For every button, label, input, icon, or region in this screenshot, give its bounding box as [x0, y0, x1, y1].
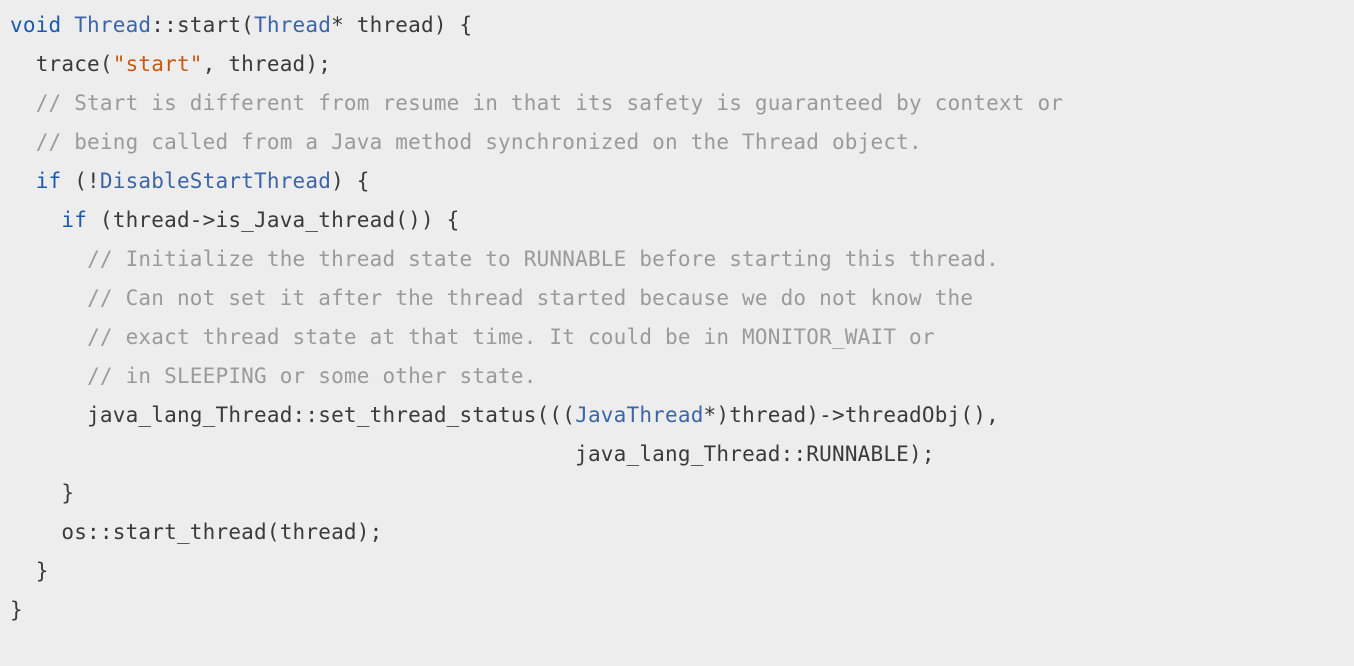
code-token	[61, 13, 74, 37]
code-token: Thread	[74, 13, 151, 37]
code-line: // in SLEEPING or some other state.	[10, 364, 537, 388]
code-block: void Thread::start(Thread* thread) { tra…	[0, 0, 1354, 636]
code-token: // Start is different from resume in tha…	[36, 91, 1063, 115]
code-line: java_lang_Thread::RUNNABLE);	[10, 442, 935, 466]
code-line: // Can not set it after the thread start…	[10, 286, 973, 310]
code-line: // Initialize the thread state to RUNNAB…	[10, 247, 999, 271]
code-token: }	[61, 481, 74, 505]
code-token: // being called from a Java method synch…	[36, 130, 922, 154]
code-token: }	[10, 598, 23, 622]
code-token: // Initialize the thread state to RUNNAB…	[87, 247, 999, 271]
code-token: // in SLEEPING or some other state.	[87, 364, 537, 388]
code-token: ) {	[331, 169, 370, 193]
code-token: DisableStartThread	[100, 169, 331, 193]
code-token: // exact thread state at that time. It c…	[87, 325, 935, 349]
code-token: "start"	[113, 52, 203, 76]
code-token: (thread->is_Java_thread()) {	[87, 208, 459, 232]
code-token: (!	[61, 169, 100, 193]
code-token: java_lang_Thread::set_thread_status(((	[87, 403, 575, 427]
code-line: // being called from a Java method synch…	[10, 130, 922, 154]
code-line: trace("start", thread);	[10, 52, 331, 76]
code-token: JavaThread	[575, 403, 703, 427]
code-token: *)thread)->threadObj(),	[704, 403, 999, 427]
code-token: , thread);	[203, 52, 331, 76]
code-token: if	[36, 169, 62, 193]
code-token: void	[10, 13, 61, 37]
code-line: void Thread::start(Thread* thread) {	[10, 13, 472, 37]
code-line: if (!DisableStartThread) {	[10, 169, 370, 193]
code-token: if	[61, 208, 87, 232]
code-token: * thread) {	[331, 13, 472, 37]
code-line: os::start_thread(thread);	[10, 520, 382, 544]
code-line: if (thread->is_Java_thread()) {	[10, 208, 460, 232]
code-token: // Can not set it after the thread start…	[87, 286, 973, 310]
code-line: }	[10, 598, 23, 622]
code-token: }	[36, 559, 49, 583]
code-token: Thread	[254, 13, 331, 37]
code-line: // exact thread state at that time. It c…	[10, 325, 935, 349]
code-token: java_lang_Thread::RUNNABLE);	[575, 442, 935, 466]
code-token: trace(	[36, 52, 113, 76]
code-line: }	[10, 559, 49, 583]
code-line: java_lang_Thread::set_thread_status(((Ja…	[10, 403, 999, 427]
code-token: os::start_thread(thread);	[61, 520, 382, 544]
code-line: // Start is different from resume in tha…	[10, 91, 1063, 115]
code-token: ::start(	[151, 13, 254, 37]
code-line: }	[10, 481, 74, 505]
